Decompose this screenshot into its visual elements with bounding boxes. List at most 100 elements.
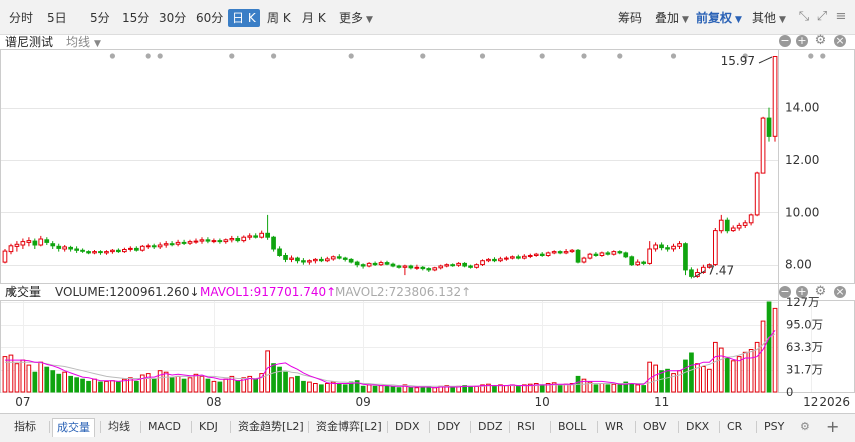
price-tick-label: 12.00 xyxy=(785,153,819,167)
candle-body xyxy=(181,241,187,244)
candle-body xyxy=(527,255,533,257)
candle-body xyxy=(492,258,497,262)
candle xyxy=(44,237,50,245)
indicator-tab[interactable]: PSY xyxy=(764,418,784,436)
volume-bar xyxy=(319,384,324,393)
indicator-tab[interactable]: RSI xyxy=(517,418,535,436)
candle xyxy=(551,250,557,255)
date-tick-label: 07 xyxy=(15,395,30,409)
candle-body xyxy=(748,214,754,224)
candle xyxy=(641,260,646,266)
candle-body xyxy=(599,252,605,256)
volume-bar xyxy=(98,381,103,393)
price-tick-label: 10.00 xyxy=(785,205,819,219)
volume-bar xyxy=(116,381,121,393)
volume-bar xyxy=(104,380,109,393)
candle xyxy=(2,249,8,264)
volume-bar xyxy=(181,378,187,393)
event-dot xyxy=(539,53,545,59)
candle-body xyxy=(205,239,211,242)
candle-body xyxy=(486,258,491,262)
candle-body xyxy=(56,245,62,249)
tab-separator xyxy=(49,421,50,433)
candle xyxy=(611,250,617,256)
indicator-tab[interactable]: 指标 xyxy=(14,418,36,436)
volume-bar xyxy=(271,363,276,393)
volume-bar xyxy=(730,360,736,393)
indicator-tab[interactable]: WR xyxy=(605,418,624,436)
indicator-tab[interactable]: OBV xyxy=(643,418,666,436)
candle-body xyxy=(301,260,306,263)
volume-tick-label: 127万 xyxy=(786,295,819,309)
candle xyxy=(665,245,670,252)
indicator-tab[interactable]: 均线 xyxy=(108,418,130,436)
tab-separator xyxy=(429,421,430,433)
candle-body xyxy=(414,266,420,269)
tab-separator xyxy=(470,421,471,433)
volume-bar xyxy=(151,378,157,393)
candle-body xyxy=(187,241,193,244)
candle xyxy=(760,116,766,174)
candle xyxy=(689,267,694,279)
candle-body xyxy=(641,261,646,264)
volume-bar xyxy=(760,320,766,393)
indicator-tab[interactable]: BOLL xyxy=(558,418,586,436)
volume-bar xyxy=(384,385,390,393)
indicator-tab[interactable]: DDX xyxy=(395,418,419,436)
candle xyxy=(181,239,187,245)
candle-body xyxy=(724,219,730,232)
candle-body xyxy=(2,250,8,263)
indicator-tab[interactable]: 资金趋势[L2] xyxy=(238,418,304,436)
date-tick-label: 12 xyxy=(803,395,818,409)
indicator-tab[interactable]: KDJ xyxy=(199,418,218,436)
candle xyxy=(474,263,479,269)
tab-separator xyxy=(100,421,101,433)
candle-body xyxy=(432,267,438,271)
volume-bar xyxy=(74,377,80,393)
tab-separator xyxy=(387,421,388,433)
volume-bar xyxy=(223,378,229,393)
candle-body xyxy=(718,219,724,232)
candle xyxy=(211,238,217,244)
kline-chart[interactable]: 14.00 12.00 10.00 8.00 127万 95.0万 63.3万 31.7万 0 0… xyxy=(0,0,855,413)
indicator-tab[interactable]: DDY xyxy=(437,418,460,436)
candle xyxy=(151,243,157,249)
candle-body xyxy=(653,244,658,250)
candle xyxy=(354,260,360,268)
add-indicator-icon[interactable]: + xyxy=(826,418,839,436)
candle xyxy=(742,220,748,228)
candle-body xyxy=(629,256,635,266)
candle-body xyxy=(116,249,121,253)
candle xyxy=(510,255,515,260)
candle xyxy=(265,214,270,240)
volume-bar xyxy=(689,352,694,393)
candle xyxy=(50,241,56,249)
candle-body xyxy=(408,265,414,269)
indicator-tab[interactable]: 成交量 xyxy=(52,418,95,437)
indicator-tab[interactable]: MACD xyxy=(148,418,181,436)
volume-bar xyxy=(187,377,193,393)
indicator-tab[interactable]: DDZ xyxy=(478,418,502,436)
candle-body xyxy=(277,248,282,256)
candle xyxy=(772,56,778,142)
indicator-tab[interactable]: 资金博弈[L2] xyxy=(316,418,382,436)
candle-body xyxy=(516,256,521,259)
candle xyxy=(157,242,163,249)
candle xyxy=(724,217,730,234)
volume-bar xyxy=(157,370,163,393)
candle xyxy=(748,213,754,226)
gear-icon[interactable]: ⚙ xyxy=(800,418,810,436)
candle xyxy=(325,256,330,263)
volume-bar xyxy=(426,386,432,393)
candle-body xyxy=(80,249,85,252)
indicator-tab[interactable]: CR xyxy=(727,418,742,436)
candle-body xyxy=(199,239,205,242)
candle-body xyxy=(730,227,736,232)
volume-bar xyxy=(701,366,706,393)
indicator-tab[interactable]: DKX xyxy=(686,418,709,436)
volume-bar xyxy=(647,361,652,393)
candle xyxy=(62,245,67,252)
candle-body xyxy=(575,249,581,263)
candle xyxy=(539,252,545,257)
indicator-tab-bar: 指标 成交量 均线 MACD KDJ 资金趋势[L2] 资金博弈[L2] DDX DDY DDZ R… xyxy=(0,413,855,442)
